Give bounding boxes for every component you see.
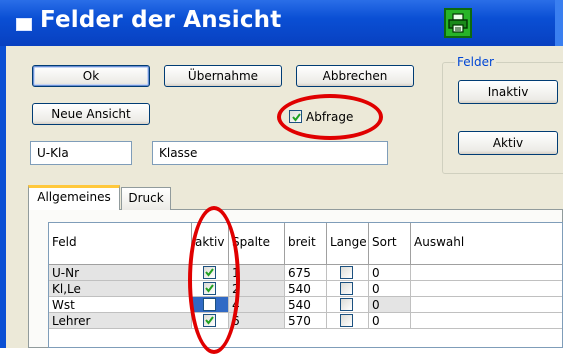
titlebar-edge	[555, 0, 563, 46]
column-header-feld[interactable]: Feld	[49, 223, 192, 265]
cell-auswahl[interactable]	[411, 313, 562, 329]
fields-grid: Feld aktiv Spalte breit Lange Sort Auswa…	[48, 222, 563, 348]
cell-aktiv[interactable]	[192, 297, 229, 313]
cell-spalte[interactable]: 1	[229, 265, 285, 281]
abfrage-label: Abfrage	[306, 110, 354, 124]
checkmark-icon	[292, 113, 301, 122]
cell-spalte[interactable]: 2	[229, 281, 285, 297]
felder-group	[442, 62, 563, 174]
short-name-field[interactable]: U-Kla	[30, 141, 132, 165]
cell-aktiv[interactable]	[192, 313, 229, 329]
lange-checkbox[interactable]	[340, 266, 353, 279]
window-border	[0, 46, 6, 348]
column-header-lange[interactable]: Lange	[327, 223, 369, 265]
printer-icon	[448, 13, 468, 33]
neue-ansicht-button[interactable]: Neue Ansicht	[32, 103, 150, 125]
cell-lange[interactable]	[327, 265, 369, 281]
abbrechen-button[interactable]: Abbrechen	[296, 65, 414, 87]
lange-checkbox[interactable]	[340, 282, 353, 295]
cell-feld[interactable]: U-Nr	[49, 265, 192, 281]
aktiv-checkbox[interactable]	[203, 266, 216, 279]
aktiv-button[interactable]: Aktiv	[458, 131, 558, 155]
title-bar: Felder der Ansicht	[0, 0, 563, 46]
checkmark-icon	[205, 284, 214, 293]
column-header-breit[interactable]: breit	[285, 223, 327, 265]
checkmark-icon	[205, 316, 214, 325]
cell-feld[interactable]: Lehrer	[49, 313, 192, 329]
tab-druck[interactable]: Druck	[121, 187, 171, 210]
cell-spalte[interactable]: 4	[229, 297, 285, 313]
uebernahme-button[interactable]: Übernahme	[164, 65, 282, 87]
window-title: Felder der Ansicht	[40, 7, 282, 33]
cell-aktiv[interactable]	[192, 265, 229, 281]
aktiv-checkbox[interactable]	[203, 314, 216, 327]
cell-auswahl[interactable]	[411, 297, 562, 313]
cell-sort[interactable]: 0	[369, 265, 411, 281]
lange-checkbox[interactable]	[340, 298, 353, 311]
print-button[interactable]	[444, 8, 472, 38]
cell-lange[interactable]	[327, 281, 369, 297]
cell-breit[interactable]: 570	[285, 313, 327, 329]
cell-breit[interactable]: 675	[285, 265, 327, 281]
cell-aktiv[interactable]	[192, 281, 229, 297]
cell-sort[interactable]: 0	[369, 297, 411, 313]
inaktiv-button[interactable]: Inaktiv	[458, 80, 558, 104]
aktiv-checkbox[interactable]	[203, 298, 216, 311]
column-header-auswahl[interactable]: Auswahl	[411, 223, 562, 265]
cell-sort[interactable]: 0	[369, 281, 411, 297]
cell-sort[interactable]: 0	[369, 313, 411, 329]
lange-checkbox[interactable]	[340, 314, 353, 327]
table-row[interactable]: Lehrer 6 570 0	[49, 313, 562, 329]
table-row[interactable]: U-Nr 1 675 0	[49, 265, 562, 281]
checkmark-icon	[205, 268, 214, 277]
column-header-spalte[interactable]: Spalte	[229, 223, 285, 265]
column-header-aktiv[interactable]: aktiv	[192, 223, 229, 265]
long-name-field[interactable]: Klasse	[152, 141, 388, 165]
cell-auswahl[interactable]	[411, 281, 562, 297]
table-row[interactable]: Wst 4 540 0	[49, 297, 562, 313]
table-row[interactable]: Kl,Le 2 540 0	[49, 281, 562, 297]
column-header-sort[interactable]: Sort	[369, 223, 411, 265]
abfrage-checkbox[interactable]	[289, 110, 302, 123]
cell-auswahl[interactable]	[411, 265, 562, 281]
aktiv-checkbox[interactable]	[203, 282, 216, 295]
cell-breit[interactable]: 540	[285, 281, 327, 297]
cell-lange[interactable]	[327, 297, 369, 313]
cell-feld[interactable]: Kl,Le	[49, 281, 192, 297]
felder-group-label: Felder	[455, 55, 496, 69]
cell-spalte[interactable]: 6	[229, 313, 285, 329]
tab-allgemeines[interactable]: Allgemeines	[28, 185, 120, 210]
cell-breit[interactable]: 540	[285, 297, 327, 313]
ok-button[interactable]: Ok	[32, 65, 150, 87]
cell-feld[interactable]: Wst	[49, 297, 192, 313]
window-icon	[16, 18, 32, 31]
cell-lange[interactable]	[327, 313, 369, 329]
